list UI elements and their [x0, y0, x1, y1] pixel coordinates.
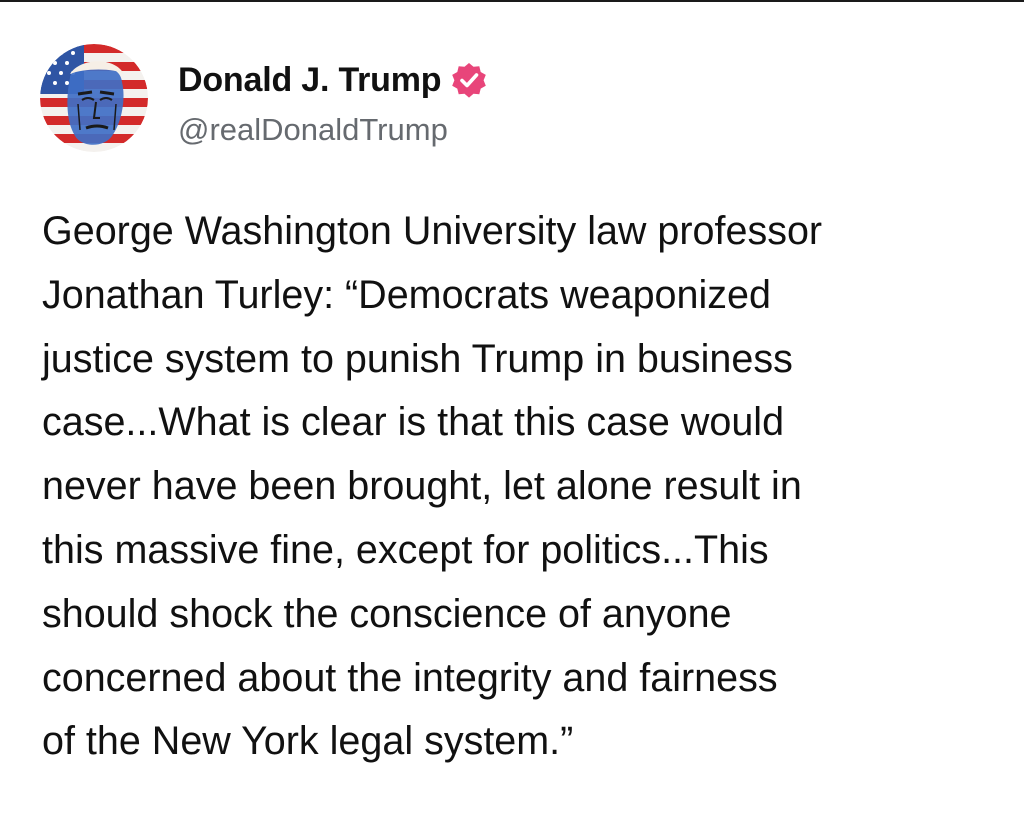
verified-badge-icon [450, 61, 488, 99]
avatar-portrait-icon [40, 44, 148, 152]
author-handle[interactable]: @realDonaldTrump [178, 112, 448, 148]
post-body-text: George Washington University law profess… [42, 209, 823, 764]
author-display-name[interactable]: Donald J. Trump [178, 61, 442, 100]
author-name-row: Donald J. Trump [178, 58, 488, 102]
top-divider [0, 0, 1024, 2]
author-avatar[interactable] [40, 44, 148, 152]
